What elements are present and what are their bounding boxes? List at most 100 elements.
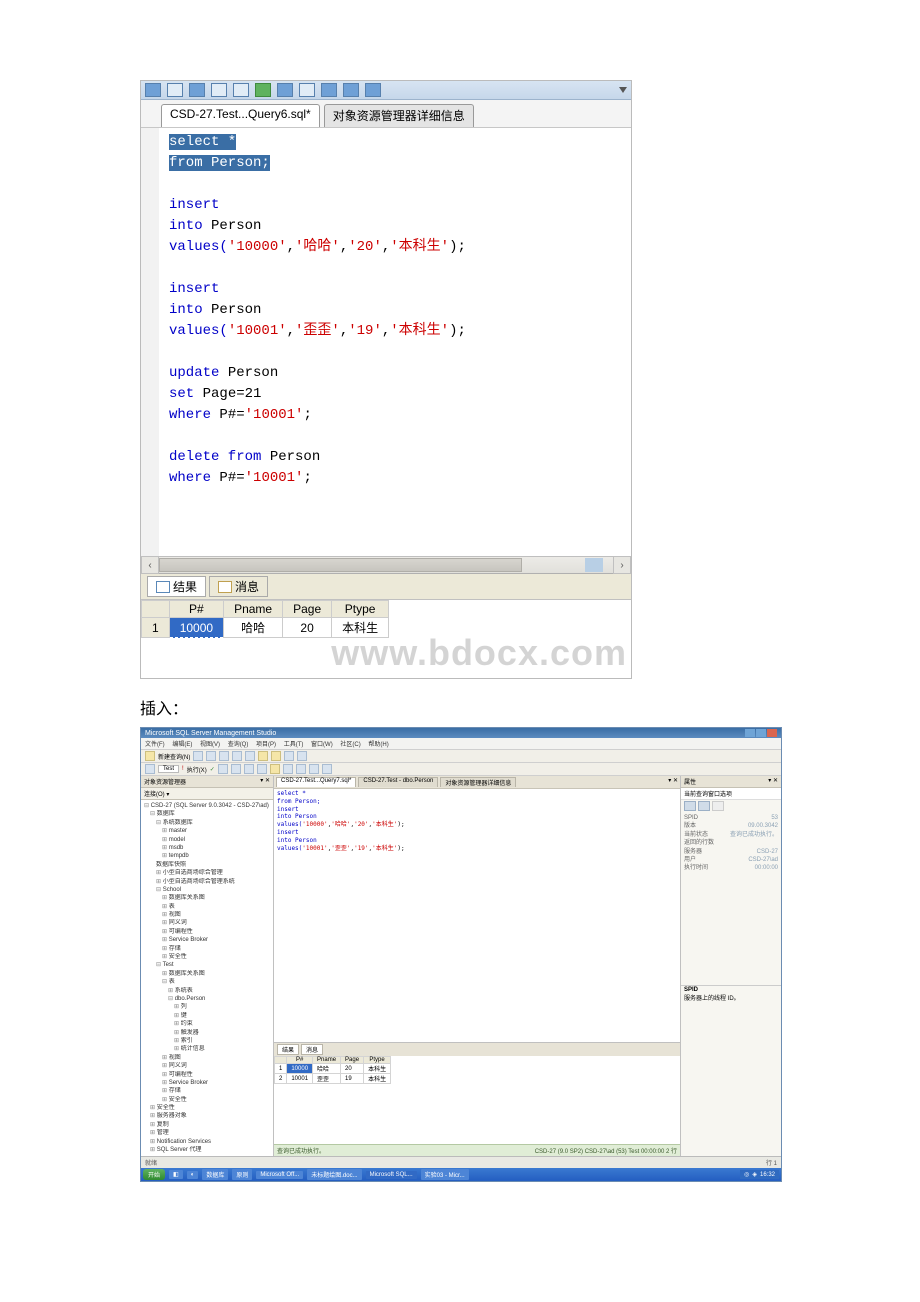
cell[interactable]: 10000	[287, 1064, 313, 1074]
cell[interactable]: 哈哈	[224, 618, 283, 638]
tree-item[interactable]: 统计信息	[144, 1045, 270, 1053]
cell[interactable]: 20	[341, 1064, 364, 1074]
object-explorer[interactable]: 对象资源管理器▾ ✕ 连接(O) ▾ CSD-27 (SQL Server 9.…	[141, 776, 274, 1156]
taskbar-btn[interactable]: 未标题绘图.doc...	[307, 1169, 361, 1180]
tree-item[interactable]: 约束	[144, 1020, 270, 1028]
toolbar-icon[interactable]	[365, 83, 381, 97]
toolbar-icon[interactable]	[189, 83, 205, 97]
tree-item[interactable]: 可编程性	[144, 1071, 270, 1079]
tab-table[interactable]: CSD-27.Test - dbo.Person	[358, 777, 438, 787]
toolbar-icon[interactable]	[193, 751, 203, 761]
col-header[interactable]: P#	[169, 601, 223, 618]
object-tree[interactable]: CSD-27 (SQL Server 9.0.3042 - CSD-27\ad)…	[141, 800, 273, 1156]
chevron-down-icon[interactable]	[619, 87, 627, 93]
tree-item[interactable]: SQL Server 代理	[144, 1146, 270, 1154]
toolbar-icon[interactable]	[206, 751, 216, 761]
menu-view[interactable]: 视图(V)	[200, 742, 220, 748]
tree-item[interactable]: 列	[144, 1003, 270, 1011]
tree-item[interactable]: Service Broker	[144, 936, 270, 944]
sql-editor-thumb[interactable]: select * from Person; insert into Person…	[274, 789, 680, 1042]
taskbar-btn-active[interactable]: Microsoft SQL...	[366, 1171, 417, 1179]
menu-edit[interactable]: 编辑(E)	[172, 742, 192, 748]
toolbar-icon[interactable]	[296, 764, 306, 774]
menu-help[interactable]: 帮助(H)	[368, 742, 388, 748]
messages-tab[interactable]: 消息	[301, 1044, 323, 1055]
tab-obj-detail[interactable]: 对象资源管理器详细信息	[440, 777, 516, 787]
cell[interactable]: 哈哈	[313, 1064, 341, 1074]
menu-query[interactable]: 查询(Q)	[228, 742, 249, 748]
toolbar-icon[interactable]	[167, 83, 183, 97]
tree-item[interactable]: 键	[144, 1012, 270, 1020]
menu-project[interactable]: 项目(P)	[256, 742, 276, 748]
window-titlebar[interactable]: Microsoft SQL Server Management Studio	[141, 728, 781, 738]
minimize-icon[interactable]	[745, 729, 755, 737]
tree-dbo-person[interactable]: dbo.Person	[144, 995, 270, 1003]
tree-item[interactable]: 小型自选商场综合管理系统	[144, 878, 270, 886]
windows-taskbar[interactable]: 开始 ◧ ◐ 数据库 原则 Microsoft Off... 未标题绘图.doc…	[141, 1168, 781, 1181]
toolbar-icon[interactable]	[283, 764, 293, 774]
tree-item[interactable]: 存储	[144, 1087, 270, 1095]
execute-label[interactable]: 执行(X)	[187, 765, 207, 774]
toolbar-icon[interactable]	[277, 83, 293, 97]
toolbar-icon[interactable]	[233, 83, 249, 97]
tree-item[interactable]: msdb	[144, 844, 270, 852]
tree-tables[interactable]: 表	[144, 978, 270, 986]
toolbar-icon[interactable]	[322, 764, 332, 774]
toolbar-icon[interactable]	[299, 83, 315, 97]
col[interactable]: Pname	[313, 1057, 341, 1064]
tree-item[interactable]: 数据库快照	[144, 861, 270, 869]
new-query-label[interactable]: 新建查询(N)	[158, 752, 190, 761]
tree-item[interactable]: 同义词	[144, 919, 270, 927]
taskbar-btn[interactable]: 数据库	[202, 1169, 228, 1180]
prop-toolbar-icon[interactable]	[712, 801, 724, 811]
tree-item[interactable]: 安全性	[144, 953, 270, 961]
quicklaunch-icon[interactable]: ◐	[187, 1171, 199, 1179]
close-icon[interactable]	[767, 729, 777, 737]
taskbar-btn[interactable]: 原则	[232, 1169, 252, 1180]
table-row[interactable]: 110000哈哈20本科生	[275, 1064, 391, 1074]
tree-item[interactable]: master	[144, 827, 270, 835]
tree-item[interactable]: 表	[144, 903, 270, 911]
cell[interactable]: 歪歪	[313, 1074, 341, 1084]
toolbar-icon[interactable]	[219, 751, 229, 761]
tree-item[interactable]: 小型自选商场综合管理	[144, 869, 270, 877]
tree-server[interactable]: CSD-27 (SQL Server 9.0.3042 - CSD-27\ad)	[144, 802, 270, 810]
prop-toolbar-icon[interactable]	[684, 801, 696, 811]
horizontal-scrollbar[interactable]: ‹ ›	[141, 556, 631, 573]
toolbar-icon[interactable]	[244, 764, 254, 774]
tree-item[interactable]: tempdb	[144, 852, 270, 860]
table-row[interactable]: 1 10000 哈哈 20 本科生	[142, 618, 389, 638]
tree-sysdb[interactable]: 系统数据库	[144, 819, 270, 827]
toolbar-icon[interactable]	[145, 764, 155, 774]
tree-item[interactable]: 管理	[144, 1129, 270, 1137]
tab-query[interactable]: CSD-27.Test...Query7.sql*	[276, 777, 356, 787]
toolbar-icon[interactable]	[270, 764, 280, 774]
tree-item[interactable]: 可编程性	[144, 928, 270, 936]
tree-school-db[interactable]: School	[144, 886, 270, 894]
connect-label[interactable]: 连接(O) ▾	[144, 789, 169, 798]
menu-community[interactable]: 社区(C)	[340, 742, 360, 748]
toolbar-icon[interactable]	[232, 751, 242, 761]
toolbar-icon[interactable]	[271, 751, 281, 761]
tree-item[interactable]: 系统表	[144, 987, 270, 995]
tree-item[interactable]: 视图	[144, 1054, 270, 1062]
tree-item[interactable]: model	[144, 836, 270, 844]
scroll-right-icon[interactable]: ›	[613, 556, 631, 574]
tree-item[interactable]: 同义词	[144, 1062, 270, 1070]
toolbar-icon[interactable]	[218, 764, 228, 774]
results-tab[interactable]: 结果	[277, 1044, 299, 1055]
cell[interactable]: 本科生	[364, 1064, 391, 1074]
tree-item[interactable]: 数据库关系图	[144, 894, 270, 902]
col[interactable]: Page	[341, 1057, 364, 1064]
toolbar-icon[interactable]	[343, 83, 359, 97]
tree-test-db[interactable]: Test	[144, 961, 270, 969]
scroll-left-icon[interactable]: ‹	[141, 556, 159, 574]
prop-toolbar-icon[interactable]	[698, 801, 710, 811]
cell[interactable]: 20	[283, 618, 332, 638]
toolbar-icon[interactable]	[309, 764, 319, 774]
col-header[interactable]: Page	[283, 601, 332, 618]
tab-object-explorer-detail[interactable]: 对象资源管理器详细信息	[324, 104, 474, 127]
quicklaunch-icon[interactable]: ◧	[169, 1170, 183, 1179]
cell[interactable]: 本科生	[364, 1074, 391, 1084]
menu-file[interactable]: 文件(F)	[145, 742, 165, 748]
